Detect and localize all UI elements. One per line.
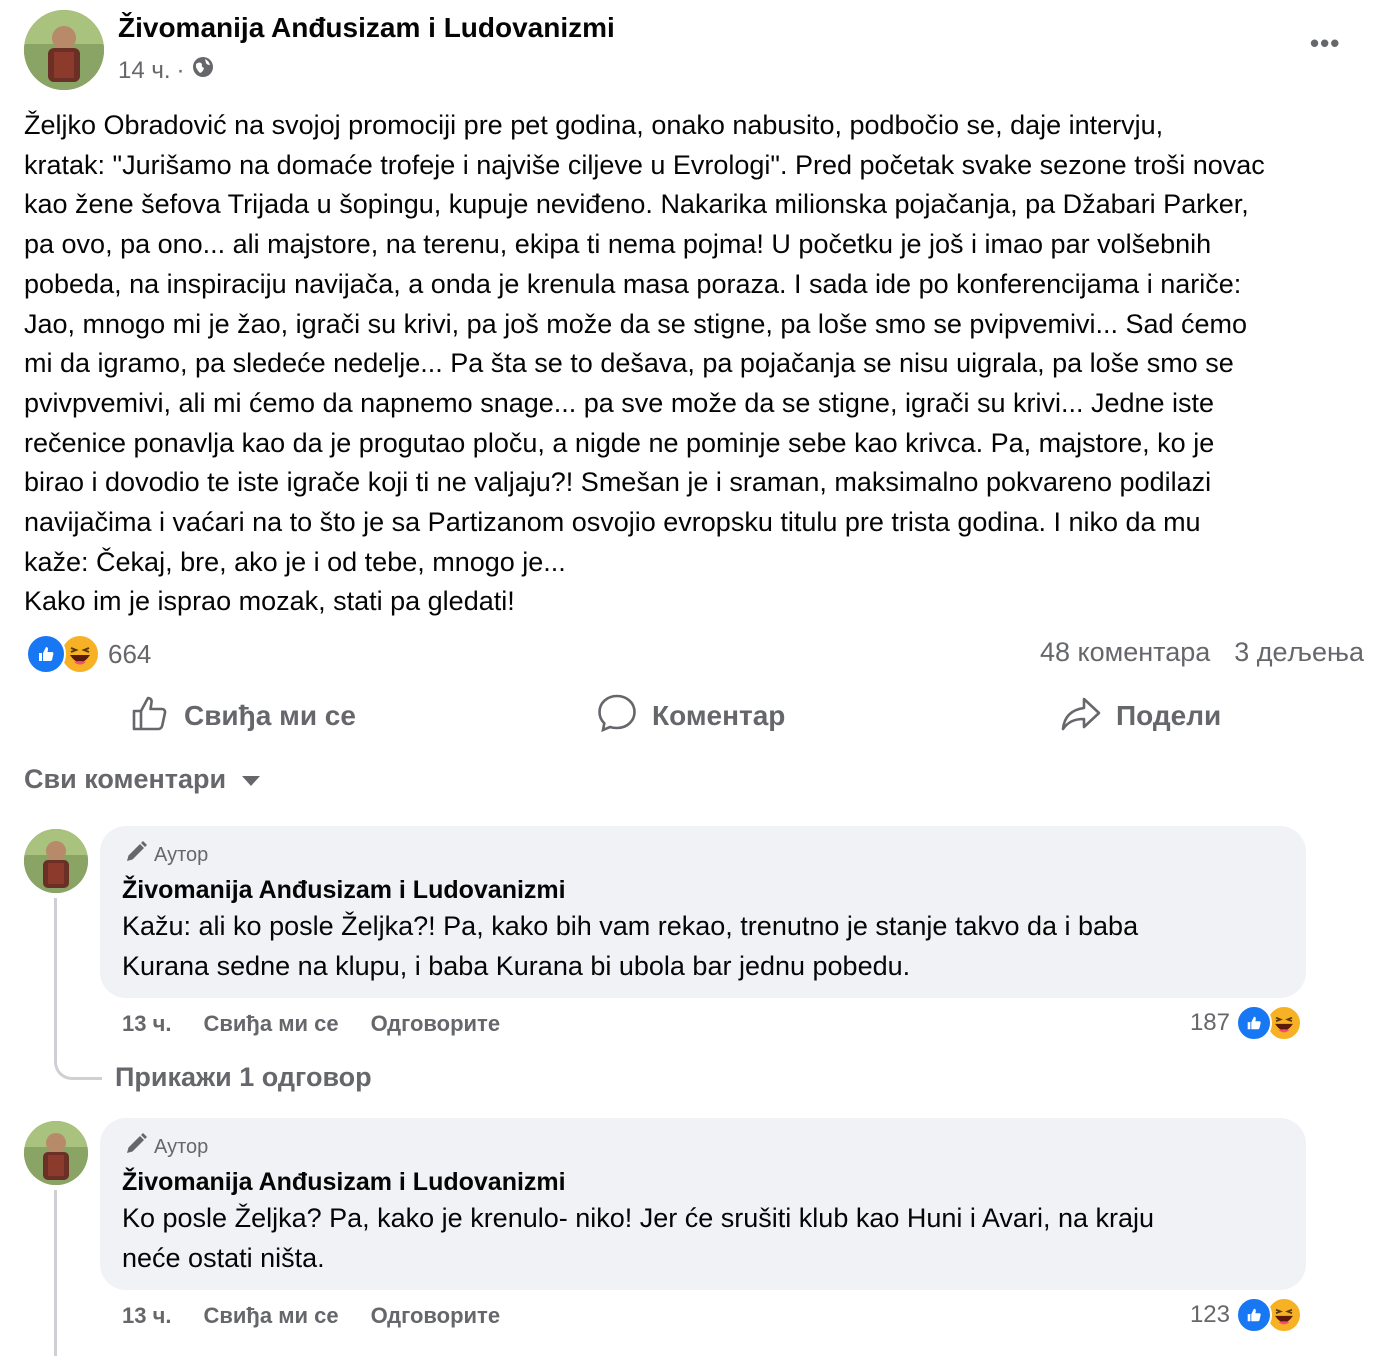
comment-text-line: neće ostati ništa. [122,1243,325,1273]
share-arrow-icon [1060,693,1102,740]
post-text-line: navijačima i vaćari na to što je sa Part… [24,507,1201,538]
comment-meta: 13 ч. Свиђа ми се Одговорите [122,1303,500,1329]
post-meta: 14 ч. · [118,55,215,86]
comment-time[interactable]: 13 ч. [122,1011,171,1037]
post-text-line: kratak: "Jurišamo na domaće trofeje i na… [24,149,1265,180]
comment-bubble: Аутор Živomanija Anđusizam i Ludovanizmi… [100,1118,1306,1290]
comment-reactions[interactable]: 123 [1190,1297,1302,1333]
post-text-line: kaže: Čekaj, bre, ako je i od tebe, mnog… [24,546,566,577]
comments-filter-label: Сви коментари [24,764,227,794]
post-text-line: rečenice ponavlja kao da je progutao plo… [24,427,1215,458]
comment-button-label: Коментар [652,700,786,731]
thread-line [54,1190,57,1356]
comment-author-avatar[interactable] [24,1121,88,1185]
like-reaction-icon [26,634,66,674]
comment-meta: 13 ч. Свиђа ми се Одговорите [122,1011,500,1037]
like-button-label: Свиђа ми се [184,700,356,731]
comments-filter-dropdown[interactable]: Сви коментари [24,764,262,795]
comment-time[interactable]: 13 ч. [122,1303,171,1329]
comment-reaction-count: 187 [1189,1009,1230,1036]
post-text-line: pvivpvemivi, ali mi ćemo da napnemo snag… [24,387,1215,418]
share-button[interactable]: Подели [1060,694,1221,738]
comment-author-avatar[interactable] [24,829,88,893]
haha-reaction-icon [60,634,100,674]
post-reactions[interactable]: 664 [26,634,151,674]
author-badge: Аутор [124,840,208,870]
caret-down-icon [240,764,262,795]
comments-count[interactable]: 48 коментара [1040,637,1210,668]
comment-reaction-count: 123 [1189,1301,1230,1328]
author-badge: Аутор [124,1132,208,1162]
post-text: Željko Obradović na svojoj promociji pre… [24,106,1384,622]
comment-text: Kažu: ali ko posle Željka?! Pa, kako bih… [122,906,1282,986]
comment-reply-button[interactable]: Одговорите [371,1303,501,1329]
comment-like-button[interactable]: Свиђа ми се [203,1011,338,1037]
pencil-icon [124,1132,148,1162]
pencil-icon [124,840,148,870]
comment-reactions[interactable]: 187 [1190,1005,1302,1041]
post-text-line: kao žene šefova Trijada u šopingu, kupuj… [24,189,1249,220]
like-reaction-icon [1236,1005,1272,1041]
post-text-line: Jao, mnogo mi je žao, igrači su krivi, p… [24,308,1248,339]
post-text-line: pa ovo, pa ono... ali majstore, na teren… [24,229,1212,260]
post-text-line: Kako im je isprao mozak, stati pa gledat… [24,586,515,617]
comment-bubble: Аутор Živomanija Anđusizam i Ludovanizmi… [100,826,1306,998]
comment-author-name[interactable]: Živomanija Anđusizam i Ludovanizmi [122,1168,566,1197]
author-badge-label: Аутор [154,1135,209,1158]
comment-text-line: Kurana sedne na klupu, i baba Kurana bi … [122,951,911,981]
post-time[interactable]: 14 ч. [118,57,171,85]
like-reaction-icon [1236,1297,1272,1333]
meta-separator: · [176,56,185,84]
comment-author-name[interactable]: Živomanija Anđusizam i Ludovanizmi [122,876,566,905]
comment-reply-button[interactable]: Одговорите [371,1011,501,1037]
show-replies-link[interactable]: Прикажи 1 одговор [115,1062,372,1093]
comment-text-line: Ko posle Željka? Pa, kako je krenulo- ni… [122,1203,1154,1233]
share-button-label: Подели [1116,700,1222,731]
comment-text: Ko posle Željka? Pa, kako je krenulo- ni… [122,1198,1282,1278]
like-button[interactable]: Свиђа ми се [130,694,356,738]
author-badge-label: Аутор [154,843,209,866]
reaction-count[interactable]: 664 [108,639,151,670]
comment-text-line: Kažu: ali ko posle Željka?! Pa, kako bih… [122,911,1139,941]
post-text-line: Željko Obradović na svojoj promociji pre… [24,110,1164,140]
post-text-line: birao i dovodio te iste igrače koji ti n… [24,467,1212,498]
post-author-avatar[interactable] [24,10,104,90]
comment-button[interactable]: Коментар [596,694,785,738]
thumbs-up-icon [130,693,170,740]
thread-line [54,898,57,1063]
globe-icon [191,55,215,86]
post-counts: 48 коментара 3 дељења [1040,637,1364,668]
thread-connector [54,1040,102,1080]
comment-like-button[interactable]: Свиђа ми се [203,1303,338,1329]
comment-bubble-icon [596,692,638,741]
post-text-line: mi da igramo, pa sledeće nedelje... Pa š… [24,348,1234,379]
post-author-name[interactable]: Živomanija Anđusizam i Ludovanizmi [118,12,615,44]
shares-count[interactable]: 3 дељења [1234,637,1364,668]
more-horizontal-icon[interactable]: ••• [1310,28,1340,59]
post-text-line: pobeda, na inspiraciju navijača, a onda … [24,268,1242,299]
